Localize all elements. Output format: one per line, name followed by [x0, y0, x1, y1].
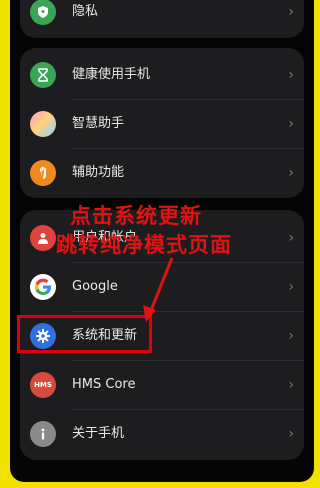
annotation-line-1: 点击系统更新: [70, 204, 202, 228]
annotation-line-2: 跳转纯净模式页面: [56, 233, 232, 257]
